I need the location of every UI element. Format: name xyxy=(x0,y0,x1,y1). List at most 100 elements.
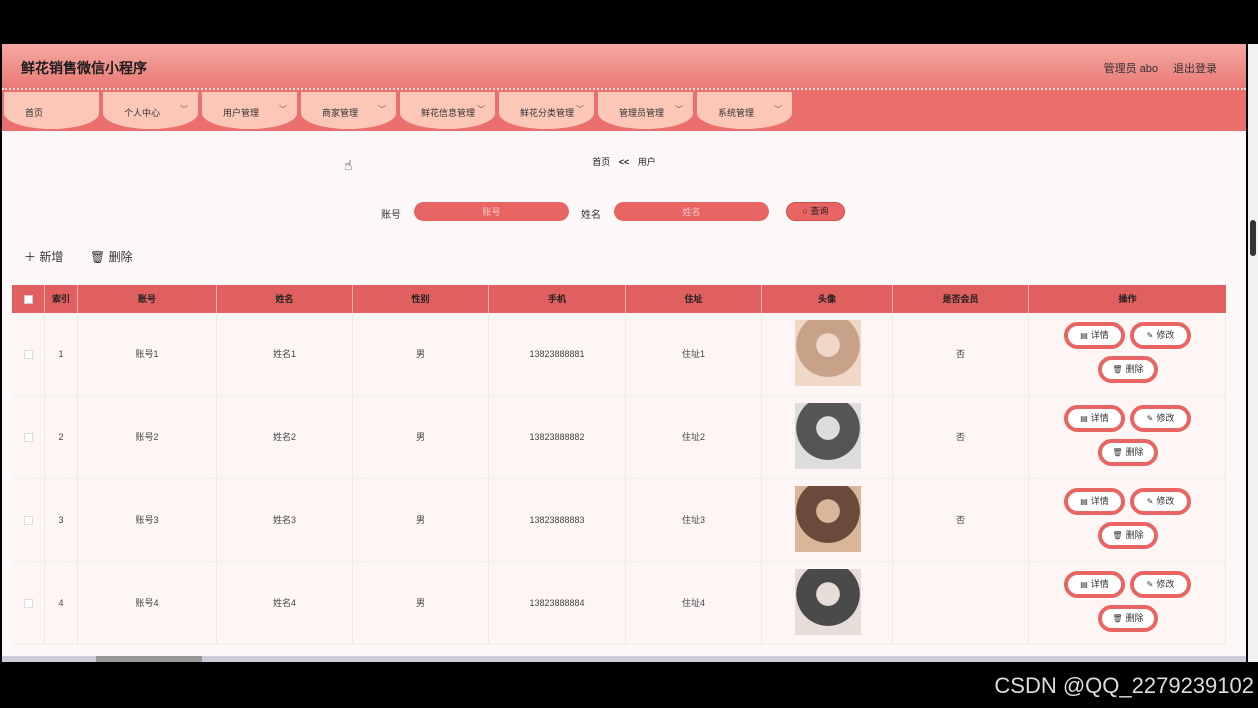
avatar xyxy=(795,403,861,469)
edit-button[interactable]: ✎ 修改 xyxy=(1130,405,1191,432)
delete-button[interactable]: 🗑 删除 xyxy=(1098,522,1158,549)
header-index: 索引 xyxy=(45,285,78,313)
batch-delete-button[interactable]: 🗑 删除 xyxy=(90,248,133,265)
row-select-cell xyxy=(12,562,45,645)
avatar-cell xyxy=(762,479,893,562)
edit-button[interactable]: ✎ 修改 xyxy=(1130,571,1191,598)
app-window: 鲜花销售微信小程序 管理员 abo 退出登录 首页 个人中心 ﹀ 用户管理 ﹀ … xyxy=(2,44,1246,662)
row-checkbox[interactable] xyxy=(23,516,33,526)
screen: 鲜花销售微信小程序 管理员 abo 退出登录 首页 个人中心 ﹀ 用户管理 ﹀ … xyxy=(0,0,1258,708)
chevron-down-icon: ﹀ xyxy=(774,105,782,114)
nav-item-label: 鲜花信息管理 xyxy=(421,108,476,118)
delete-button[interactable]: 🗑 删除 xyxy=(1098,439,1158,466)
name-search-input[interactable] xyxy=(614,202,769,221)
delete-icon: 🗑 xyxy=(1112,531,1123,540)
cell-address: 住址2 xyxy=(626,396,762,479)
row-checkbox[interactable] xyxy=(23,599,33,609)
logout-link[interactable]: 退出登录 xyxy=(1173,60,1217,76)
avatar-cell xyxy=(762,396,893,479)
cell-gender: 男 xyxy=(353,396,489,479)
delete-button-label: 删除 xyxy=(1125,613,1144,623)
cell-name: 姓名2 xyxy=(217,396,353,479)
cell-account: 账号4 xyxy=(78,562,217,645)
chevron-down-icon: ﹀ xyxy=(675,105,683,114)
header-gender: 性别 xyxy=(353,285,489,313)
account-label: 账号 xyxy=(381,210,401,221)
detail-button[interactable]: ▤ 详情 xyxy=(1064,488,1125,515)
nav-item-label: 商家管理 xyxy=(322,108,359,118)
detail-icon: ▤ xyxy=(1080,331,1088,340)
avatar-cell xyxy=(762,562,893,645)
detail-icon: ▤ xyxy=(1080,497,1088,506)
table-row: 3 账号3 姓名3 男 13823888883 住址3 否 ▤ 详情 ✎ 修改 🗑 删除 xyxy=(12,479,1226,562)
detail-button[interactable]: ▤ 详情 xyxy=(1064,322,1125,349)
detail-button[interactable]: ▤ 详情 xyxy=(1064,405,1125,432)
delete-button[interactable]: 🗑 删除 xyxy=(1098,605,1158,632)
table-header: 索引 账号 姓名 性别 手机 住址 头像 是否会员 操作 xyxy=(12,285,1226,313)
nav-item-flower-info[interactable]: 鲜花信息管理 ﹀ xyxy=(400,92,495,129)
edit-icon: ✎ xyxy=(1146,331,1154,340)
avatar xyxy=(795,486,861,552)
row-checkbox[interactable] xyxy=(23,433,33,443)
nav-item-label: 首页 xyxy=(25,108,44,118)
row-checkbox[interactable] xyxy=(23,350,33,360)
edit-button-label: 修改 xyxy=(1156,330,1175,340)
nav-item-label: 个人中心 xyxy=(124,108,161,118)
cell-address: 住址3 xyxy=(626,479,762,562)
row-select-cell xyxy=(12,479,45,562)
nav-item-label: 用户管理 xyxy=(223,108,260,118)
header-avatar: 头像 xyxy=(762,285,893,313)
cell-index: 2 xyxy=(45,396,78,479)
admin-info: 管理员 abo xyxy=(1103,63,1158,75)
search-icon: ○ xyxy=(802,206,808,216)
delete-icon: 🗑 xyxy=(1112,614,1123,623)
cell-name: 姓名3 xyxy=(217,479,353,562)
account-search-input[interactable] xyxy=(414,202,569,221)
breadcrumb-home[interactable]: 首页 xyxy=(592,157,610,167)
delete-icon: 🗑 xyxy=(1112,448,1123,457)
avatar xyxy=(795,320,861,386)
edit-button[interactable]: ✎ 修改 xyxy=(1130,322,1191,349)
top-nav: 首页 个人中心 ﹀ 用户管理 ﹀ 商家管理 ﹀ 鲜花信息管理 ﹀ 鲜花分类管理 … xyxy=(2,88,1246,131)
nav-item-label: 系统管理 xyxy=(718,108,755,118)
nav-item-flower-category[interactable]: 鲜花分类管理 ﹀ xyxy=(499,92,594,129)
header-select-all[interactable] xyxy=(12,285,45,313)
edit-icon: ✎ xyxy=(1146,497,1154,506)
edit-icon: ✎ xyxy=(1146,580,1154,589)
select-all-checkbox[interactable] xyxy=(23,295,33,305)
detail-button-label: 详情 xyxy=(1090,579,1109,589)
search-bar: 账号 姓名 ○ 查询 xyxy=(2,202,1246,222)
cell-account: 账号3 xyxy=(78,479,217,562)
cell-phone: 13823888884 xyxy=(489,562,626,645)
cell-phone: 13823888882 xyxy=(489,396,626,479)
chevron-down-icon: ﹀ xyxy=(180,105,188,114)
vertical-scrollbar[interactable] xyxy=(1248,44,1258,662)
nav-item-system-management[interactable]: 系统管理 ﹀ xyxy=(697,92,792,129)
nav-item-home[interactable]: 首页 xyxy=(4,92,99,129)
horizontal-scrollbar[interactable] xyxy=(2,656,1246,662)
horizontal-scroll-thumb[interactable] xyxy=(96,656,202,662)
nav-item-admin-management[interactable]: 管理员管理 ﹀ xyxy=(598,92,693,129)
add-button[interactable]: ＋ 新增 xyxy=(24,248,63,265)
operations-cell: ▤ 详情 ✎ 修改 🗑 删除 xyxy=(1029,562,1226,645)
detail-button[interactable]: ▤ 详情 xyxy=(1064,571,1125,598)
nav-item-user-management[interactable]: 用户管理 ﹀ xyxy=(202,92,297,129)
cell-index: 4 xyxy=(45,562,78,645)
nav-item-merchant-management[interactable]: 商家管理 ﹀ xyxy=(301,92,396,129)
vertical-scroll-thumb[interactable] xyxy=(1250,220,1256,256)
delete-button[interactable]: 🗑 删除 xyxy=(1098,356,1158,383)
search-button[interactable]: ○ 查询 xyxy=(786,202,845,221)
nav-item-profile[interactable]: 个人中心 ﹀ xyxy=(103,92,198,129)
header-name: 姓名 xyxy=(217,285,353,313)
cell-member xyxy=(893,562,1029,645)
cell-gender: 男 xyxy=(353,562,489,645)
edit-button-label: 修改 xyxy=(1156,413,1175,423)
cell-gender: 男 xyxy=(353,313,489,396)
cell-name: 姓名4 xyxy=(217,562,353,645)
edit-button[interactable]: ✎ 修改 xyxy=(1130,488,1191,515)
watermark: CSDN @QQ_2279239102 xyxy=(994,673,1254,698)
header-phone: 手机 xyxy=(489,285,626,313)
edit-button-label: 修改 xyxy=(1156,496,1175,506)
cell-phone: 13823888881 xyxy=(489,313,626,396)
operations-cell: ▤ 详情 ✎ 修改 🗑 删除 xyxy=(1029,479,1226,562)
